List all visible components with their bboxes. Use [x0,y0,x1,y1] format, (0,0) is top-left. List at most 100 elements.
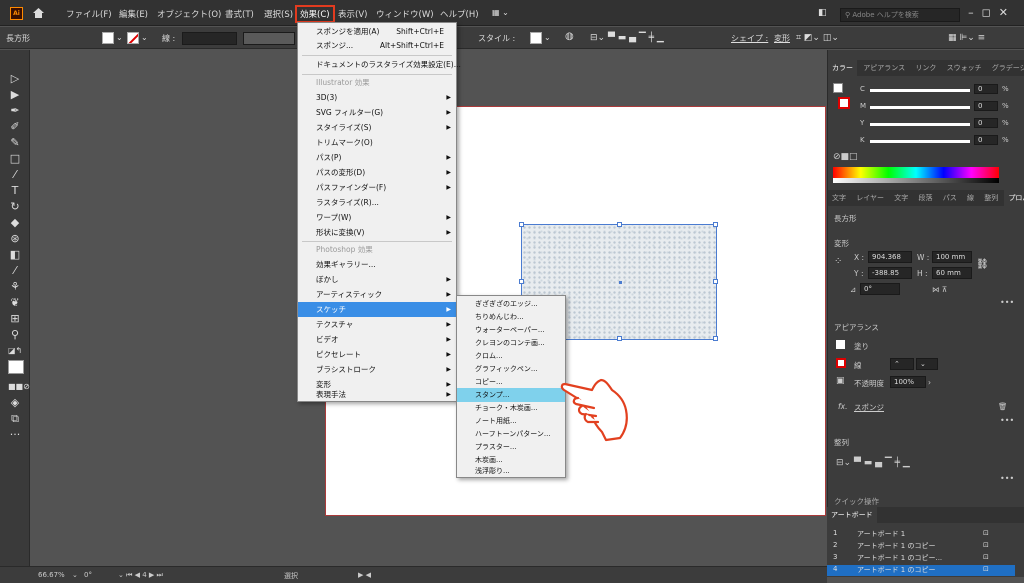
color-spectrum[interactable] [833,167,999,183]
slider-track[interactable] [870,140,970,143]
slider-yellow[interactable]: Y 0 % [860,118,1010,129]
brush-tool-icon[interactable]: ⁄ [8,168,22,182]
curvature-tool-icon[interactable]: ✐ [8,120,22,134]
constrain-proportions-icon[interactable]: ⛓ [976,259,989,270]
graphic-style-swatch[interactable] [530,32,542,44]
menu-apply-sponge[interactable]: スポンジを適用(A) Shift+Ctrl+E [298,24,456,39]
menu-3d[interactable]: 3D(3) ▶ [298,90,456,105]
artboard-options-icon[interactable]: ⊡ [983,553,989,561]
menu-window[interactable]: ウィンドウ(W) [376,8,434,20]
slider-track[interactable] [870,106,970,109]
recolor-icon[interactable]: ◍ [565,31,574,42]
tab-appearance[interactable]: アピアランス [859,60,909,76]
submenu-water-paper[interactable]: ウォーターペーパー... [457,323,565,337]
menu-object[interactable]: オブジェクト(O) [157,8,221,20]
menu-effect[interactable]: 効果(C) [295,5,335,23]
stroke-type-dropdown[interactable]: ⌄ [916,358,938,370]
submenu-stamp[interactable]: スタンプ... [457,388,565,402]
width-tool-icon[interactable]: ⊛ [8,232,22,246]
rotation-view[interactable]: 0° [84,571,92,579]
menu-path[interactable]: パス(P) ▶ [298,150,456,165]
submenu-torn-edges[interactable]: ぎざぎざのエッジ... [457,297,565,311]
menu-distort-transform[interactable]: パスの変形(D) ▶ [298,165,456,180]
window-controls[interactable]: –◻✕ [968,6,1016,19]
resize-handle[interactable] [713,279,718,284]
default-colors-icon[interactable]: ◪↰ [8,344,22,358]
screen-mode-icon[interactable]: ⧉ [8,412,22,426]
align-buttons-icons[interactable]: ⊟⌄ ▀ ▬ ▄ ▔ ╪ ▁ [836,458,910,468]
stroke-swatch[interactable] [127,32,139,44]
menu-texture[interactable]: テクスチャ ▶ [298,317,456,332]
menu-stylize[interactable]: スタイライズ(S) ▶ [298,120,456,135]
more-options-icon[interactable]: ••• [1000,298,1014,307]
tab-paragraph[interactable]: 段落 [915,190,937,206]
stroke-swatch-small[interactable] [836,358,846,368]
channel-value[interactable]: 0 [974,84,998,94]
tab-artboards[interactable]: アートボード [827,507,877,523]
status-arrows-icon[interactable]: ▶ ◀ [358,571,371,579]
artboard-nav-icons[interactable]: ⌄ ⏮ ◀ 4 ▶ ⏭ [118,571,163,580]
resize-handle[interactable] [519,222,524,227]
selection-tool-icon[interactable]: ▷ [8,72,22,86]
tab-properties[interactable]: プロパティ [1004,190,1024,206]
type-tool-icon[interactable]: T [8,184,22,198]
menu-type[interactable]: 書式(T) [225,8,254,20]
arrange-documents-icon[interactable]: ▦ ⊫⌄ ≡ [948,33,985,43]
y-field[interactable]: -388.85 [868,267,912,279]
stroke-weight-stepper[interactable]: ⌃ [890,358,914,370]
workspace-switcher-icon[interactable]: ▦ ⌄ [492,8,509,17]
zoom-level[interactable]: 66.67% [38,571,65,579]
opacity-field[interactable]: 100% [890,376,926,388]
tab-pathfinder[interactable]: パス [939,190,961,206]
direct-selection-tool-icon[interactable]: ▶ [8,88,22,102]
anchor-tool-icon[interactable]: ✎ [8,136,22,150]
none-white-black-swatches[interactable]: ⊘■□ [833,152,858,162]
menu-trim-marks[interactable]: トリムマーク(O) [298,135,456,150]
artboard-row[interactable]: 1 アートボード 1 ⊡ [827,529,1015,540]
submenu-chalk-charcoal[interactable]: チョーク・木炭画... [457,401,565,415]
zoom-tool-icon[interactable]: ⚲ [8,328,22,342]
tab-color[interactable]: カラー [828,60,857,76]
flip-icons[interactable]: ⋈ ⊼ [932,285,947,294]
tab-stroke[interactable]: 線 [963,190,978,206]
menu-effect-gallery[interactable]: 効果ギャラリー... [298,257,456,272]
tab-layers[interactable]: レイヤー [852,190,888,206]
rectangle-tool-icon[interactable]: □ [8,152,22,166]
artboard-tool-icon[interactable]: ⊞ [8,312,22,326]
resize-handle[interactable] [713,336,718,341]
menu-select[interactable]: 選択(S) [264,8,293,20]
pen-tool-icon[interactable]: ✒ [8,104,22,118]
submenu-halftone-pattern[interactable]: ハーフトーンパターン... [457,427,565,441]
style-dropdown-icon[interactable]: ⌄ [544,33,551,42]
artboard-options-icon[interactable]: ⊡ [983,565,989,573]
menu-stylize-ps[interactable]: 表現手法 ▶ [298,387,456,402]
resize-handle[interactable] [713,222,718,227]
panel-toggle-icon[interactable]: ◧ [818,8,827,18]
tab-text[interactable]: 文字 [890,190,912,206]
artboard-options-icon[interactable]: ⊡ [983,541,989,549]
resize-handle[interactable] [617,336,622,341]
variable-width-field[interactable] [243,32,295,45]
fill-dropdown-icon[interactable]: ⌄ [116,33,123,42]
tab-gradient[interactable]: グラデーション [988,60,1024,76]
menu-rasterize[interactable]: ラスタライズ(R)... [298,195,456,210]
align-tools-icon[interactable]: ⊟⌄ ▀ ▬ ▄ ▔ ╪ ▁ [590,33,664,43]
opacity-arrow-icon[interactable]: › [928,378,931,387]
channel-value[interactable]: 0 [974,135,998,145]
menu-raster-settings[interactable]: ドキュメントのラスタライズ効果設定(E)... [298,57,461,72]
stroke-weight-field[interactable] [182,32,237,45]
rotate-tool-icon[interactable]: ↻ [8,200,22,214]
fill-swatch[interactable] [102,32,114,44]
draw-mode-icon[interactable]: ◈ [8,396,22,410]
menu-warp[interactable]: ワープ(W) ▶ [298,210,456,225]
isolate-icon[interactable]: ⌗ ◩⌄ ◫⌄ [796,33,839,43]
reference-point-icon[interactable]: ⁘ [834,256,842,267]
menu-pixelate[interactable]: ピクセレート ▶ [298,347,456,362]
zoom-dropdown-icon[interactable]: ⌄ [72,571,78,579]
artboard-row[interactable]: 3 アートボード 1 のコピー... ⊡ [827,553,1015,564]
blend-tool-icon[interactable]: ⚘ [8,280,22,294]
menu-artistic[interactable]: アーティスティック ▶ [298,287,456,302]
w-field[interactable]: 100 mm [932,251,972,263]
menu-file[interactable]: ファイル(F) [66,8,112,20]
trash-icon[interactable]: 🗑 [998,402,1008,411]
